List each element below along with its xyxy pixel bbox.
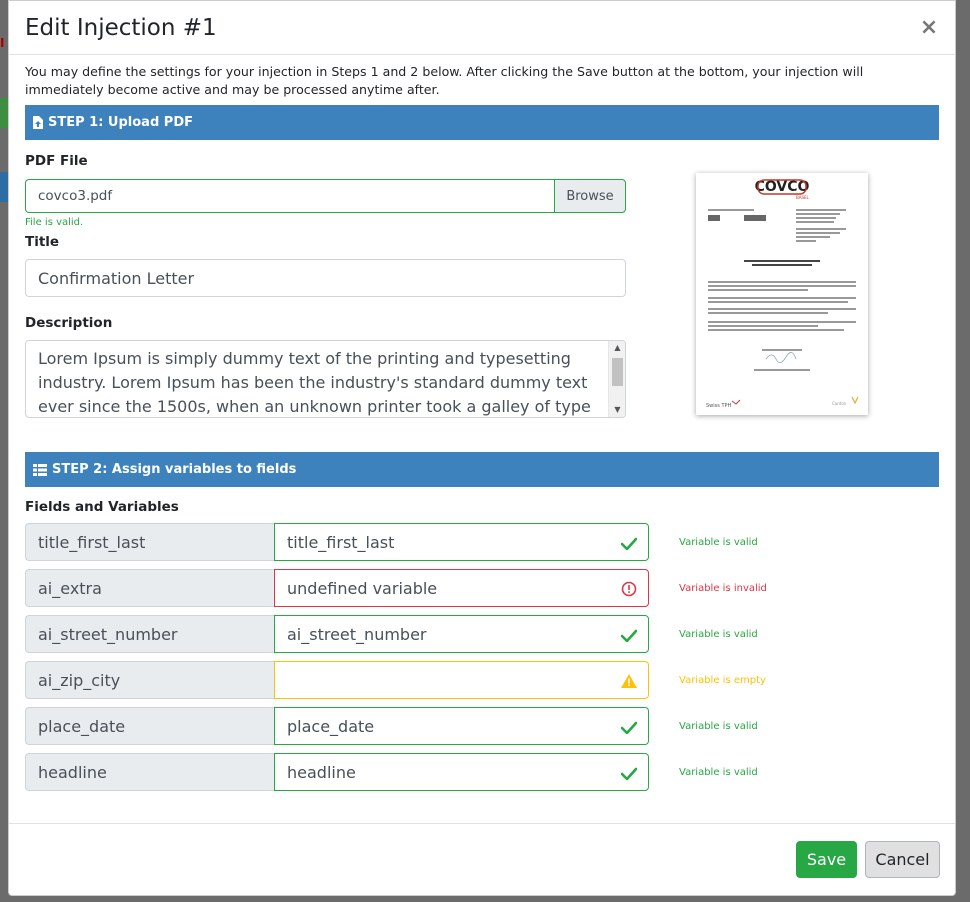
field-variable-input[interactable]: undefined variable — [274, 569, 649, 607]
scroll-down-icon[interactable]: ▼ — [609, 403, 625, 417]
check-icon — [620, 626, 638, 644]
field-key-label: ai_extra — [25, 569, 274, 607]
field-row: ai_street_number ai_street_number Variable… — [25, 615, 939, 653]
warning-triangle-icon — [620, 672, 638, 690]
description-label: Description — [25, 315, 113, 331]
background-fragment — [0, 98, 8, 128]
check-icon — [620, 764, 638, 782]
description-scrollbar[interactable]: ▲ ▼ — [608, 341, 625, 417]
step2-title: STEP 2: Assign variables to fields — [52, 462, 297, 477]
pdf-file-label: PDF File — [25, 153, 88, 169]
pdf-file-input[interactable]: covco3.pdf Browse — [25, 179, 626, 213]
field-status-message: Variable is valid — [679, 720, 758, 732]
modal-header: Edit Injection #1 × — [9, 1, 955, 55]
browse-button[interactable]: Browse — [554, 179, 626, 213]
background-fragment — [0, 172, 8, 202]
field-row: headline headline Variable is valid — [25, 753, 939, 791]
field-row: ai_zip_city Variable is empty — [25, 661, 939, 699]
field-variable-value: ai_street_number — [287, 624, 427, 644]
field-status-message: Variable is valid — [679, 628, 758, 640]
svg-text:COVCO: COVCO — [755, 179, 810, 195]
pdf-preview-thumbnail: COVCO BASEL Swiss TPH Canton — [696, 173, 868, 415]
field-variable-value: headline — [287, 762, 356, 782]
field-variable-value: undefined variable — [287, 578, 438, 598]
field-status-message: Variable is invalid — [679, 582, 767, 594]
field-row: ai_extra undefined variable Variable is in… — [25, 569, 939, 607]
modal-title: Edit Injection #1 — [25, 14, 217, 41]
check-icon — [620, 718, 638, 736]
step1-header: STEP 1: Upload PDF — [25, 105, 939, 140]
field-row: title_first_last title_first_last Variable… — [25, 523, 939, 561]
file-valid-message: File is valid. — [25, 217, 84, 228]
background-fragment: I — [0, 36, 5, 50]
file-name-display[interactable]: covco3.pdf — [25, 179, 554, 213]
field-status-message: Variable is empty — [679, 674, 766, 686]
field-variable-input[interactable]: ai_street_number — [274, 615, 649, 653]
title-input[interactable]: Confirmation Letter — [25, 259, 626, 297]
field-key-label: headline — [25, 753, 274, 791]
field-variable-input[interactable] — [274, 661, 649, 699]
scroll-up-icon[interactable]: ▲ — [609, 341, 625, 355]
field-key-label: ai_street_number — [25, 615, 274, 653]
field-variable-value: title_first_last — [287, 532, 395, 552]
field-row: place_date place_date Variable is valid — [25, 707, 939, 745]
step2-header: STEP 2: Assign variables to fields — [25, 452, 939, 487]
field-key-label: title_first_last — [25, 523, 274, 561]
description-text: Lorem Ipsum is simply dummy text of the … — [38, 349, 591, 416]
field-variable-input[interactable]: place_date — [274, 707, 649, 745]
field-status-message: Variable is valid — [679, 766, 758, 778]
field-variable-input[interactable]: title_first_last — [274, 523, 649, 561]
save-button[interactable]: Save — [796, 841, 857, 878]
modal-footer: Save Cancel — [9, 823, 955, 895]
scrollbar-thumb[interactable] — [612, 358, 623, 386]
field-key-label: ai_zip_city — [25, 661, 274, 699]
edit-injection-modal: Edit Injection #1 × You may define the s… — [8, 0, 956, 896]
field-status-message: Variable is valid — [679, 536, 758, 548]
field-key-label: place_date — [25, 707, 274, 745]
description-textarea[interactable]: Lorem Ipsum is simply dummy text of the … — [25, 340, 626, 418]
exclamation-circle-icon — [620, 580, 638, 598]
pdf-preview-image: COVCO BASEL Swiss TPH Canton — [696, 173, 868, 415]
svg-text:Swiss TPH: Swiss TPH — [706, 403, 732, 409]
fields-list: title_first_last title_first_last Variable… — [25, 523, 939, 791]
intro-text: You may define the settings for your inj… — [25, 64, 864, 97]
field-variable-value: place_date — [287, 716, 375, 736]
file-upload-icon — [33, 116, 43, 129]
table-icon — [33, 463, 47, 476]
title-label: Title — [25, 234, 60, 250]
field-variable-input[interactable]: headline — [274, 753, 649, 791]
cancel-button[interactable]: Cancel — [865, 841, 940, 878]
fields-variables-label: Fields and Variables — [25, 499, 179, 515]
svg-text:BASEL: BASEL — [796, 195, 810, 200]
svg-text:Canton: Canton — [832, 401, 847, 406]
close-button[interactable]: × — [917, 16, 941, 39]
check-icon — [620, 534, 638, 552]
step1-title: STEP 1: Upload PDF — [48, 115, 193, 130]
